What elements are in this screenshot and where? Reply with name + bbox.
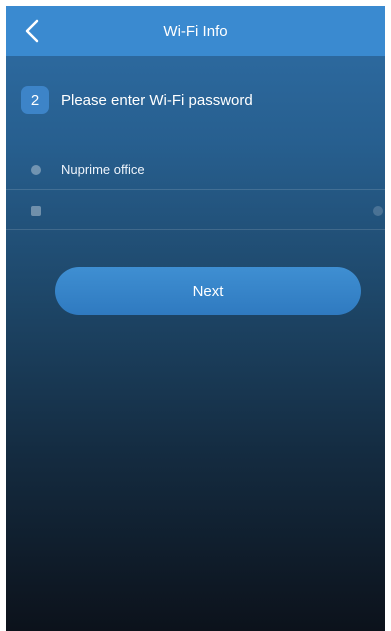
password-input[interactable] bbox=[61, 196, 341, 225]
step-instruction-text: Please enter Wi-Fi password bbox=[61, 91, 253, 109]
show-password-icon[interactable] bbox=[373, 205, 383, 216]
lock-icon bbox=[31, 205, 41, 216]
back-button[interactable] bbox=[16, 14, 48, 48]
ssid-field[interactable]: Nuprime office bbox=[6, 150, 385, 190]
wifi-info-screen: Wi-Fi Info 2 Please enter Wi-Fi password… bbox=[6, 6, 385, 631]
wifi-icon bbox=[31, 164, 41, 175]
header-bar: Wi-Fi Info bbox=[6, 6, 385, 56]
chevron-left-icon bbox=[25, 19, 39, 43]
step-number-badge: 2 bbox=[21, 86, 49, 114]
page-title: Wi-Fi Info bbox=[163, 22, 228, 40]
next-button[interactable]: Next bbox=[55, 267, 361, 315]
step-instruction-row: 2 Please enter Wi-Fi password bbox=[21, 86, 253, 114]
password-field[interactable] bbox=[6, 192, 385, 230]
ssid-value: Nuprime office bbox=[61, 162, 145, 177]
